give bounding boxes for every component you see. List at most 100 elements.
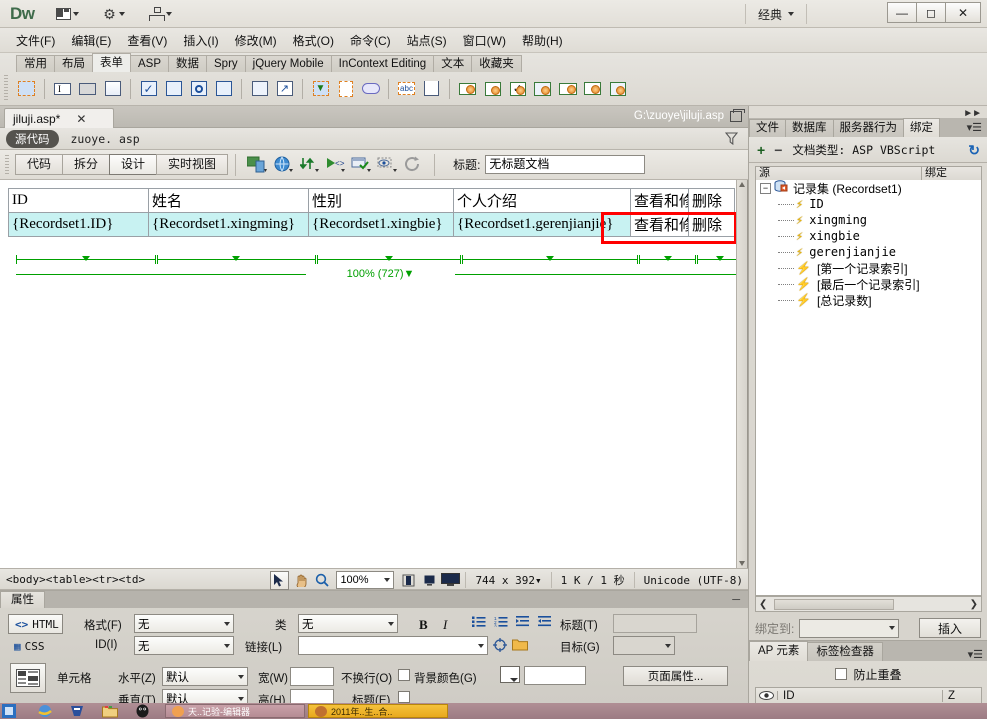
select-tool-icon[interactable] <box>270 570 290 590</box>
spry-checkbox-icon[interactable]: ✓ <box>506 78 529 99</box>
insert-tab-form[interactable]: 表单 <box>92 53 131 72</box>
start-icon[interactable] <box>2 704 16 718</box>
tree-field-total-records[interactable]: ⚡ [总记录数] <box>756 292 981 308</box>
checkbox-icon[interactable]: ✓ <box>137 78 160 99</box>
preview-in-browser-icon[interactable] <box>271 154 295 176</box>
cell-gender-binding[interactable]: {Recordset1.xingbie} <box>308 212 454 237</box>
filter-funnel-icon[interactable] <box>725 132 738 145</box>
insert-tab-jquery-mobile[interactable]: jQuery Mobile <box>244 55 332 72</box>
visual-aids-icon[interactable] <box>375 154 399 176</box>
view-toolbar-gripper[interactable] <box>5 154 9 175</box>
unordered-list-icon[interactable] <box>472 616 486 630</box>
mobile-size-icon[interactable] <box>399 571 418 590</box>
view-button-live[interactable]: 实时视图 <box>156 154 229 175</box>
site-manage-button[interactable] <box>146 4 175 24</box>
menu-site[interactable]: 站点(S) <box>399 30 455 51</box>
format-select[interactable]: 无 <box>134 614 234 633</box>
select-list-icon[interactable] <box>248 78 271 99</box>
image-field-icon[interactable]: ▼ <box>309 78 332 99</box>
taskbar-window-1[interactable]: 天..记验-编辑器 <box>165 704 305 718</box>
insert-tab-asp[interactable]: ASP <box>130 55 170 72</box>
spry-radio-group-icon[interactable] <box>606 78 629 99</box>
bindings-horizontal-scrollbar[interactable]: ❮ ❯ <box>755 596 982 612</box>
header-cell-gender[interactable]: 性别 <box>308 188 454 213</box>
tree-field-id[interactable]: ⚡ ID <box>756 196 981 212</box>
insert-tab-data[interactable]: 数据 <box>168 55 208 72</box>
refresh-bindings-icon[interactable]: ↻ <box>968 142 980 159</box>
file-field-icon[interactable] <box>334 78 357 99</box>
checkbox-group-icon[interactable] <box>162 78 185 99</box>
add-binding-icon[interactable]: + <box>757 142 765 158</box>
file-management-icon[interactable] <box>297 154 321 176</box>
window-size-indicator[interactable]: 744 x 392▾ <box>470 574 546 587</box>
dock-tab-server-behaviors[interactable]: 服务器行为 <box>832 119 904 137</box>
close-button[interactable]: ✕ <box>945 2 981 23</box>
live-code-icon[interactable]: <> <box>323 154 347 176</box>
canvas-vertical-scrollbar[interactable] <box>736 180 747 568</box>
spry-textarea-icon[interactable] <box>481 78 504 99</box>
tree-field-last-index[interactable]: ⚡ [最后一个记录索引] <box>756 276 981 292</box>
label-icon[interactable]: abc <box>395 78 418 99</box>
multiscreen-preview-icon[interactable] <box>245 154 269 176</box>
menu-window[interactable]: 窗口(W) <box>455 30 514 51</box>
site-settings-button[interactable]: ⚙ <box>100 4 128 24</box>
header-cell-id[interactable]: ID <box>8 188 149 213</box>
dock-tab-bindings[interactable]: 绑定 <box>903 118 940 137</box>
radio-button-icon[interactable] <box>187 78 210 99</box>
width-input[interactable] <box>290 667 334 686</box>
dock-options-menu-icon[interactable]: ▾☰ <box>967 121 982 134</box>
table-width-label[interactable]: 100% (727)▼ <box>342 268 419 280</box>
menu-edit[interactable]: 编辑(E) <box>63 30 119 51</box>
textarea-icon[interactable] <box>101 78 124 99</box>
horizontal-align-select[interactable]: 默认 <box>162 667 248 686</box>
refresh-design-icon[interactable] <box>401 154 425 176</box>
header-cell-name[interactable]: 姓名 <box>148 188 309 213</box>
tab-properties[interactable]: 属性 <box>0 591 45 608</box>
view-button-design[interactable]: 设计 <box>109 154 158 175</box>
cell-name-binding[interactable]: {Recordset1.xingming} <box>148 212 309 237</box>
document-tab[interactable]: jiluji.asp* ✕ <box>4 108 114 128</box>
italic-button[interactable]: I <box>443 617 447 633</box>
prevent-overlap-checkbox[interactable] <box>835 668 848 680</box>
cell-properties-icon[interactable] <box>10 663 46 693</box>
menu-file[interactable]: 文件(F) <box>8 30 63 51</box>
header-cell-view-edit[interactable]: 查看和修改 <box>630 188 689 213</box>
validate-markup-icon[interactable] <box>349 154 373 176</box>
close-icon[interactable]: ✕ <box>76 112 86 126</box>
html-mode-button[interactable]: <> HTML <box>8 614 63 634</box>
menu-view[interactable]: 查看(V) <box>119 30 175 51</box>
view-button-split[interactable]: 拆分 <box>62 154 111 175</box>
dock-tab-databases[interactable]: 数据库 <box>785 119 834 137</box>
restore-document-icon[interactable] <box>730 109 745 122</box>
eye-icon[interactable] <box>756 691 778 700</box>
bgcolor-swatch-button[interactable] <box>500 666 520 683</box>
indent-icon[interactable] <box>538 616 552 630</box>
tablet-size-icon[interactable] <box>420 571 439 590</box>
minimize-button[interactable]: — <box>887 2 917 23</box>
class-select[interactable]: 无 <box>298 614 398 633</box>
bgcolor-input[interactable] <box>524 666 586 685</box>
tree-root-recordset[interactable]: − 记录集 (Recordset1) <box>756 180 981 196</box>
hand-tool-icon[interactable] <box>291 571 310 590</box>
view-button-code[interactable]: 代码 <box>15 154 64 175</box>
zoom-tool-icon[interactable] <box>312 571 331 590</box>
tag-selector[interactable]: <body><table><tr><td> <box>6 573 145 586</box>
folder-icon[interactable] <box>102 704 118 718</box>
insert-tab-common[interactable]: 常用 <box>16 55 55 72</box>
scrollbar-thumb[interactable] <box>774 599 894 610</box>
taskbar-window-2[interactable]: 2011年..生..合.. <box>308 704 448 718</box>
page-title-input[interactable]: 无标题文档 <box>485 155 646 174</box>
insert-bar-gripper[interactable] <box>4 75 8 101</box>
menu-help[interactable]: 帮助(H) <box>514 30 571 51</box>
insert-binding-button[interactable]: 插入 <box>919 618 981 638</box>
scroll-right-icon[interactable]: ❯ <box>970 599 981 610</box>
qq-icon[interactable] <box>136 704 149 718</box>
cell-id-binding[interactable]: {Recordset1.ID} <box>8 212 149 237</box>
menu-format[interactable]: 格式(O) <box>285 30 342 51</box>
bind-to-select[interactable] <box>799 618 900 638</box>
source-code-pill[interactable]: 源代码 <box>6 129 59 148</box>
nowrap-checkbox[interactable] <box>398 669 410 681</box>
app-icon[interactable] <box>70 704 84 718</box>
workspace-switcher[interactable]: 经典 <box>744 4 807 24</box>
page-properties-button[interactable]: 页面属性... <box>623 666 728 686</box>
